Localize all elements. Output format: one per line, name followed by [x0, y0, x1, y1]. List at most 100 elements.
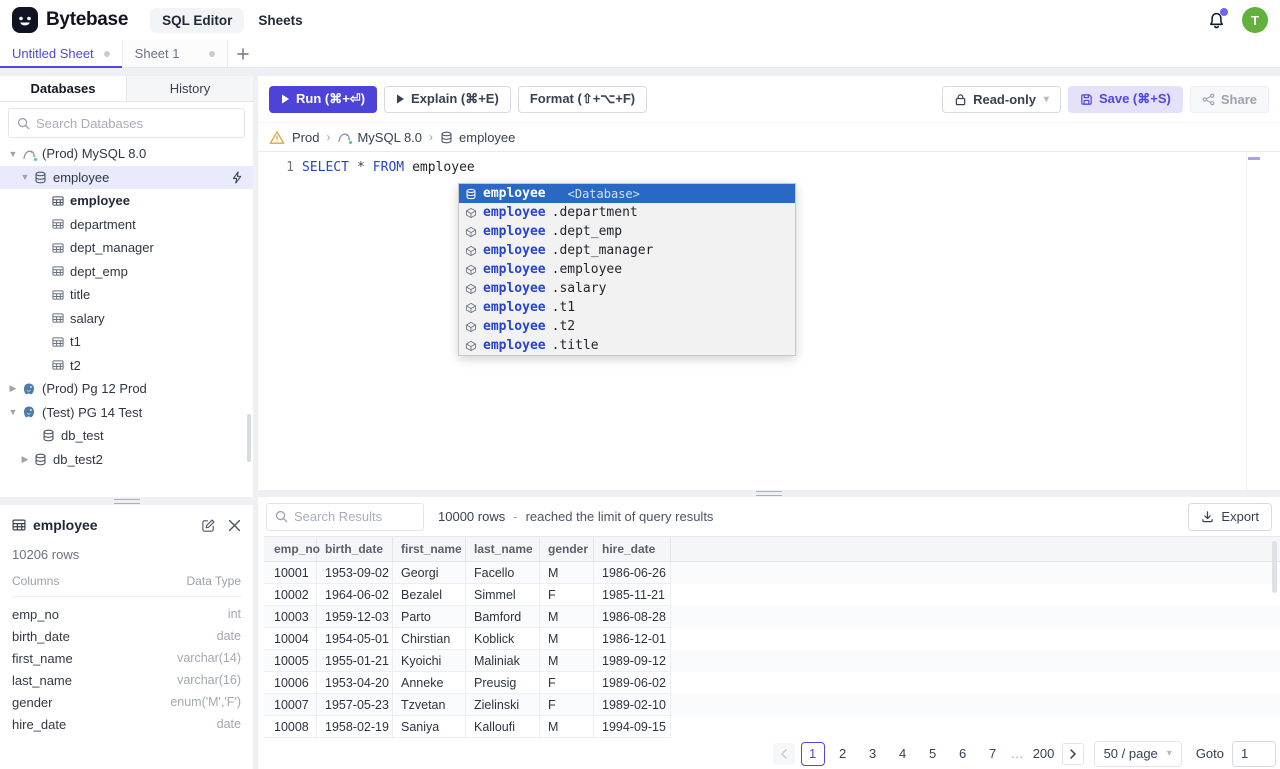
column-header[interactable]: hire_date [594, 537, 671, 561]
sql-code-editor[interactable]: 1 SELECT * FROM employee employee <Datab… [258, 152, 1280, 490]
close-panel-icon[interactable] [228, 519, 241, 532]
tree-table-salary[interactable]: salary [0, 307, 253, 331]
share-button[interactable]: Share [1189, 85, 1269, 113]
page-4[interactable]: 4 [891, 742, 915, 766]
autocomplete-item-selected[interactable]: employee <Database> [459, 184, 795, 203]
breadcrumb-database[interactable]: employee [440, 130, 515, 145]
tree-table-dept-manager[interactable]: dept_manager [0, 236, 253, 260]
autocomplete-item[interactable]: employee .dept_emp [459, 222, 795, 241]
suggestion-name: employee [483, 186, 546, 201]
sidebar-panel-splitter[interactable] [0, 497, 253, 505]
environment-warning-icon [269, 130, 285, 145]
autocomplete-item[interactable]: employee .t1 [459, 298, 795, 317]
tree-table-employee[interactable]: employee [0, 189, 253, 213]
column-header[interactable]: gender [540, 537, 594, 561]
autocomplete-item[interactable]: employee .salary [459, 279, 795, 298]
page-1[interactable]: 1 [800, 741, 825, 766]
autocomplete-item[interactable]: employee .department [459, 203, 795, 222]
notifications-bell-icon[interactable] [1207, 7, 1228, 30]
page-3[interactable]: 3 [861, 742, 885, 766]
chevron-down-icon: ▾ [1166, 748, 1172, 759]
next-page-button[interactable] [1061, 742, 1084, 765]
user-avatar[interactable]: T [1242, 7, 1268, 33]
page-last[interactable]: 200 [1032, 742, 1056, 766]
tree-table-dept-emp[interactable]: dept_emp [0, 260, 253, 284]
suggestion-rest: .t1 [551, 300, 576, 315]
autocomplete-item[interactable]: employee .title [459, 336, 795, 355]
schema-column-row: hire_date date [12, 713, 241, 735]
explain-button[interactable]: Explain (⌘+E) [384, 85, 511, 113]
autocomplete-item[interactable]: employee .t2 [459, 317, 795, 336]
goto-page-input[interactable] [1232, 740, 1276, 767]
breadcrumb-instance[interactable]: MySQL 8.0 [337, 130, 422, 145]
tree-database-db-test[interactable]: db_test [0, 424, 253, 448]
schema-row-count: 10206 rows [12, 547, 80, 562]
connect-bolt-icon[interactable] [231, 171, 243, 184]
readonly-mode-button[interactable]: Read-only ▾ [942, 85, 1061, 113]
column-header[interactable]: birth_date [317, 537, 393, 561]
tree-database-db-test2[interactable]: ▶ db_test2 [0, 448, 253, 472]
separator: - [513, 509, 518, 524]
page-2[interactable]: 2 [831, 742, 855, 766]
nav-sql-editor[interactable]: SQL Editor [150, 7, 245, 33]
tree-instance-pg12[interactable]: ▶ (Prod) Pg 12 Prod [0, 377, 253, 401]
column-type: varchar(16) [177, 673, 241, 687]
prev-page-button[interactable] [772, 742, 795, 765]
table-suggestion-icon [465, 283, 477, 295]
save-button[interactable]: Save (⌘+S) [1067, 85, 1183, 113]
column-header[interactable]: first_name [393, 537, 466, 561]
edit-table-icon[interactable] [201, 518, 216, 533]
postgres-instance-icon [22, 405, 36, 419]
cell: F [540, 672, 594, 694]
tree-instance-mysql[interactable]: ▼ (Prod) MySQL 8.0 [0, 142, 253, 166]
sidebar-scrollbar[interactable] [247, 414, 251, 462]
page-6[interactable]: 6 [951, 742, 975, 766]
results-search[interactable] [266, 502, 424, 531]
sql-keyword: SELECT [302, 160, 349, 175]
tree-table-t1[interactable]: t1 [0, 330, 253, 354]
search-results-input[interactable] [294, 509, 415, 524]
page-5[interactable]: 5 [921, 742, 945, 766]
cell: Maliniak [466, 650, 540, 672]
autocomplete-item[interactable]: employee .dept_manager [459, 241, 795, 260]
tab-databases[interactable]: Databases [0, 76, 127, 101]
tree-table-t2[interactable]: t2 [0, 354, 253, 378]
page-7[interactable]: 7 [981, 742, 1005, 766]
cell: 1989-02-10 [594, 694, 671, 716]
bytebase-logo[interactable]: Bytebase [12, 7, 128, 33]
database-search[interactable] [8, 108, 245, 138]
share-label: Share [1220, 91, 1257, 107]
format-button[interactable]: Format (⇧+⌥+F) [517, 85, 648, 113]
tree-label: dept_manager [70, 240, 154, 256]
tree-table-department[interactable]: department [0, 213, 253, 237]
add-sheet-button[interactable] [228, 40, 258, 67]
sheet-tab-untitled[interactable]: Untitled Sheet [0, 40, 122, 68]
sheet-tab-sheet1[interactable]: Sheet 1 [121, 40, 228, 67]
results-scrollbar[interactable] [1272, 541, 1277, 593]
cell: 10006 [264, 672, 317, 694]
table-row: 10001 1953-09-02 Georgi Facello M 1986-06-26 [264, 562, 1280, 584]
editor-results-splitter[interactable] [258, 490, 1280, 497]
minimap [1246, 152, 1247, 490]
table-icon [12, 518, 26, 532]
page-size-select[interactable]: 50 / page ▾ [1093, 740, 1182, 767]
tree-database-employee[interactable]: ▼ employee [0, 165, 253, 189]
cell: 10001 [264, 562, 317, 584]
run-button[interactable]: Run (⌘+⏎) [269, 85, 378, 113]
autocomplete-item[interactable]: employee .employee [459, 260, 795, 279]
tree-table-title[interactable]: title [0, 283, 253, 307]
export-button[interactable]: Export [1188, 502, 1272, 531]
column-header[interactable]: emp_no [264, 537, 320, 561]
result-row-count: 10000 rows [438, 509, 506, 524]
format-label: Format (⇧+⌥+F) [529, 91, 636, 106]
page-size-value: 50 / page [1103, 746, 1158, 761]
tab-history[interactable]: History [127, 76, 253, 101]
nav-sheets[interactable]: Sheets [258, 13, 302, 28]
tree-instance-pg14[interactable]: ▼ (Test) PG 14 Test [0, 401, 253, 425]
cell: M [540, 716, 594, 738]
search-databases-input[interactable] [36, 115, 236, 131]
breadcrumb-environment[interactable]: Prod [292, 130, 319, 145]
cell: Simmel [466, 584, 540, 606]
column-header[interactable]: last_name [466, 537, 540, 561]
suggestion-name: employee [483, 224, 546, 239]
